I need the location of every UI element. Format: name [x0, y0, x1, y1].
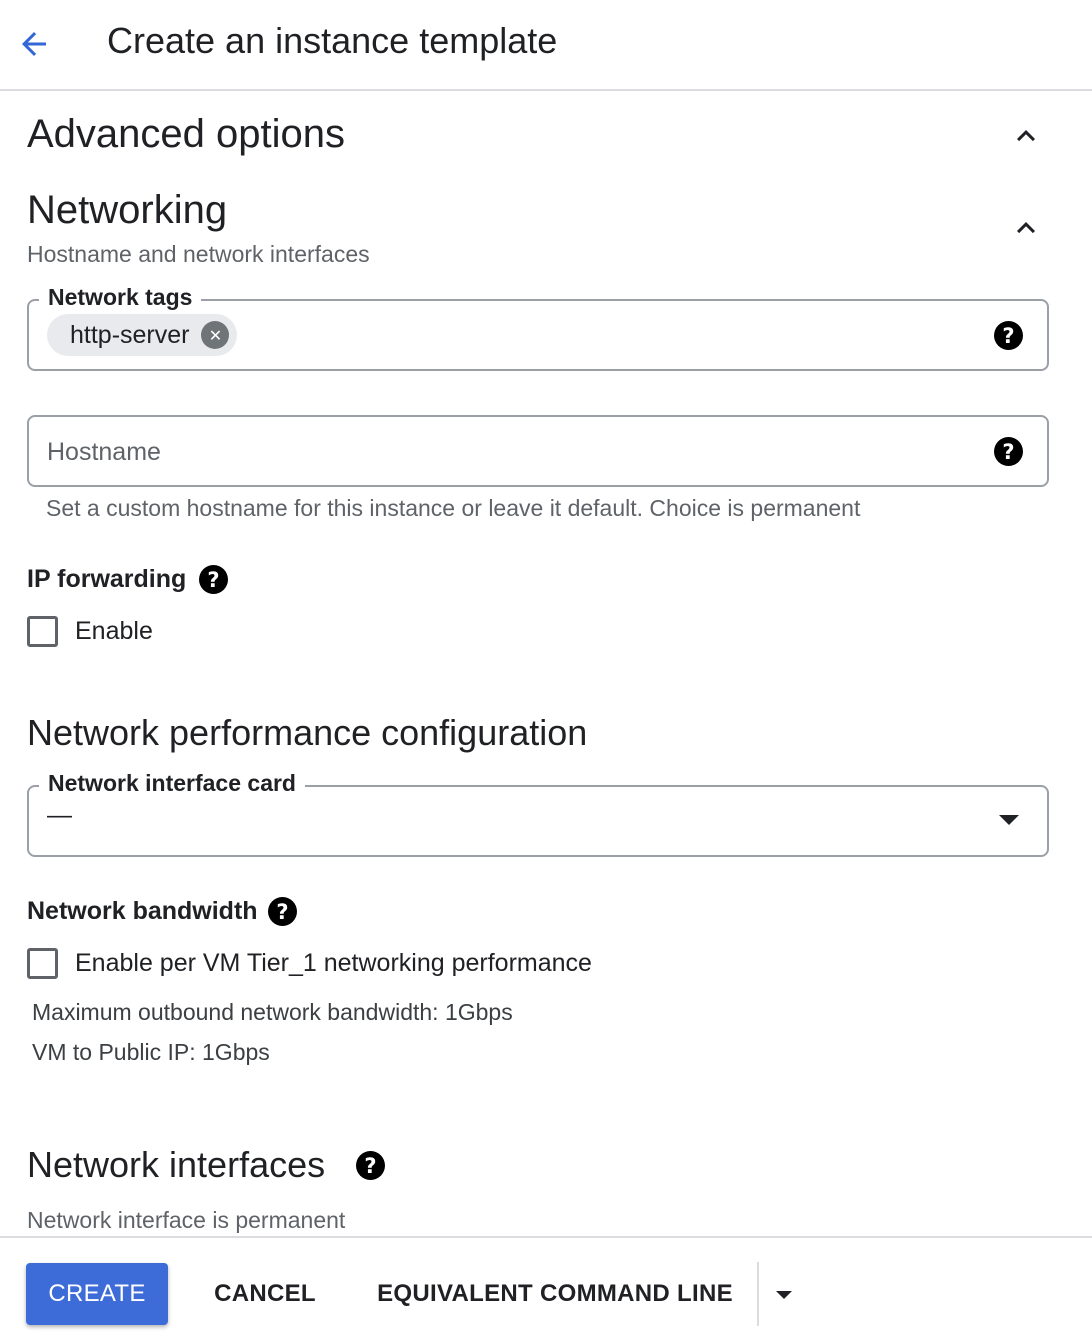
dropdown-arrow-icon[interactable]: [999, 815, 1019, 825]
hostname-hint: Set a custom hostname for this instance …: [46, 495, 861, 521]
ip-forwarding-checkbox-label: Enable: [75, 617, 153, 645]
hostname-input[interactable]: [47, 435, 967, 469]
network-interfaces-title: Network interfaces: [27, 1144, 326, 1185]
tier1-networking-row[interactable]: Enable per VM Tier_1 networking performa…: [27, 948, 592, 979]
tag-chip-label: http-server: [70, 320, 190, 349]
page: Create an instance template Advanced opt…: [0, 0, 1092, 1338]
cancel-button[interactable]: CANCEL: [198, 1263, 332, 1325]
page-title: Create an instance template: [107, 20, 558, 61]
help-icon[interactable]: ?: [994, 437, 1023, 466]
remove-tag-icon[interactable]: ✕: [201, 321, 230, 349]
hostname-field: ?: [27, 415, 1049, 487]
footer-divider: [757, 1262, 759, 1326]
max-outbound-bandwidth-text: Maximum outbound network bandwidth: 1Gbp…: [32, 999, 513, 1025]
tier1-networking-checkbox-label: Enable per VM Tier_1 networking performa…: [75, 949, 592, 977]
help-icon[interactable]: ?: [199, 565, 228, 594]
chevron-up-icon: [1017, 130, 1035, 142]
network-tags-label: Network tags: [39, 284, 202, 311]
networking-title: Networking: [27, 188, 228, 232]
public-ip-bandwidth-text: VM to Public IP: 1Gbps: [32, 1039, 270, 1065]
advanced-options-collapse-button[interactable]: [1004, 114, 1048, 158]
ip-forwarding-enable-row[interactable]: Enable: [27, 616, 153, 647]
nic-select[interactable]: Network interface card —: [27, 770, 1049, 857]
network-tags-field[interactable]: Network tags http-server ✕ ?: [27, 284, 1049, 371]
tier1-networking-checkbox[interactable]: [27, 948, 58, 979]
networking-subtitle: Hostname and network interfaces: [27, 241, 370, 267]
nic-value: —: [47, 801, 72, 829]
network-performance-title: Network performance configuration: [27, 712, 588, 753]
back-button[interactable]: [14, 24, 54, 64]
help-icon[interactable]: ?: [356, 1151, 385, 1180]
ip-forwarding-checkbox[interactable]: [27, 616, 58, 647]
create-button[interactable]: CREATE: [26, 1263, 168, 1325]
network-interfaces-subtitle: Network interface is permanent: [27, 1207, 346, 1233]
arrow-back-icon: [22, 32, 46, 56]
nic-label: Network interface card: [39, 770, 305, 797]
footer-action-bar: CREATE CANCEL EQUIVALENT COMMAND LINE: [0, 1236, 1092, 1338]
caret-down-icon: [776, 1291, 792, 1299]
ip-forwarding-label: IP forwarding: [27, 565, 187, 593]
help-icon[interactable]: ?: [994, 321, 1023, 350]
chevron-up-icon: [1017, 222, 1035, 234]
tag-chip[interactable]: http-server ✕: [47, 314, 238, 356]
equivalent-command-line-button[interactable]: EQUIVALENT COMMAND LINE: [364, 1263, 746, 1325]
command-line-dropdown-button[interactable]: [764, 1268, 804, 1322]
advanced-options-title: Advanced options: [27, 112, 346, 156]
top-bar: Create an instance template: [0, 0, 1092, 91]
help-icon[interactable]: ?: [268, 897, 297, 926]
network-bandwidth-label: Network bandwidth: [27, 897, 258, 925]
networking-collapse-button[interactable]: [1004, 206, 1048, 250]
